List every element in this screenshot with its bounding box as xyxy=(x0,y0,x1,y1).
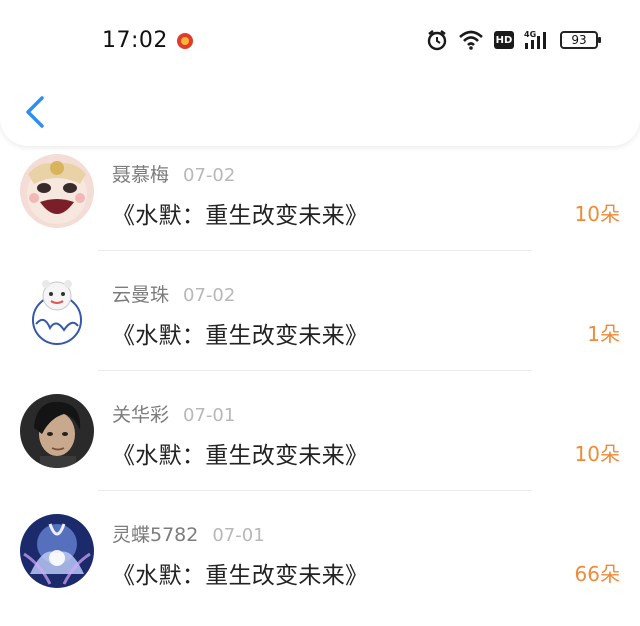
signal-icon: 4G xyxy=(524,30,546,49)
sender-name: 关华彩 xyxy=(112,404,170,426)
divider xyxy=(98,490,532,491)
sender-name: 聂慕梅 xyxy=(112,164,170,186)
top-bar: 17:02 HD 4G 93 xyxy=(0,0,640,146)
book-title: 《水默：重生改变未来》 xyxy=(112,203,369,229)
sender-info: 灵蝶5782 07-01 xyxy=(112,520,265,547)
avatar xyxy=(20,274,94,348)
book-title: 《水默：重生改变未来》 xyxy=(112,323,369,349)
send-date: 07-02 xyxy=(183,285,236,306)
gift-amount: 1朵 xyxy=(587,322,620,346)
avatar xyxy=(20,154,94,228)
hd-badge: HD xyxy=(494,31,514,49)
list-item[interactable]: 灵蝶5782 07-01 《水默：重生改变未来》 66朵 xyxy=(0,506,640,626)
battery-indicator: 93 xyxy=(560,31,601,49)
gift-amount: 10朵 xyxy=(574,442,620,466)
book-title: 《水默：重生改变未来》 xyxy=(112,563,369,589)
list-item[interactable]: 聂慕梅 07-02 《水默：重生改变未来》 10朵 xyxy=(0,146,640,266)
avatar xyxy=(20,394,94,468)
send-date: 07-01 xyxy=(212,525,265,546)
status-time: 17:02 xyxy=(102,28,168,53)
list-item[interactable]: 关华彩 07-01 《水默：重生改变未来》 10朵 xyxy=(0,386,640,506)
sender-info: 云曼珠 07-02 xyxy=(112,280,235,307)
alarm-icon xyxy=(427,30,447,51)
sender-info: 关华彩 07-01 xyxy=(112,400,235,427)
send-date: 07-02 xyxy=(183,165,236,186)
divider xyxy=(98,370,532,371)
back-button[interactable] xyxy=(18,92,54,132)
app-notification-icon xyxy=(177,33,193,49)
gift-amount: 10朵 xyxy=(574,202,620,226)
chevron-left-icon xyxy=(26,96,44,128)
sender-name: 灵蝶5782 xyxy=(112,524,199,546)
svg-text:4G: 4G xyxy=(524,30,536,39)
book-title: 《水默：重生改变未来》 xyxy=(112,443,369,469)
avatar xyxy=(20,514,94,588)
gift-amount: 66朵 xyxy=(574,562,620,586)
status-bar: 17:02 HD 4G 93 xyxy=(0,0,640,80)
status-icons: HD 4G 93 xyxy=(426,28,601,52)
send-date: 07-01 xyxy=(183,405,236,426)
battery-level: 93 xyxy=(571,33,587,47)
sender-info: 聂慕梅 07-02 xyxy=(112,160,235,187)
wifi-icon xyxy=(459,30,483,50)
sender-name: 云曼珠 xyxy=(112,284,170,306)
divider xyxy=(98,250,532,251)
list-item[interactable]: 云曼珠 07-02 《水默：重生改变未来》 1朵 xyxy=(0,266,640,386)
